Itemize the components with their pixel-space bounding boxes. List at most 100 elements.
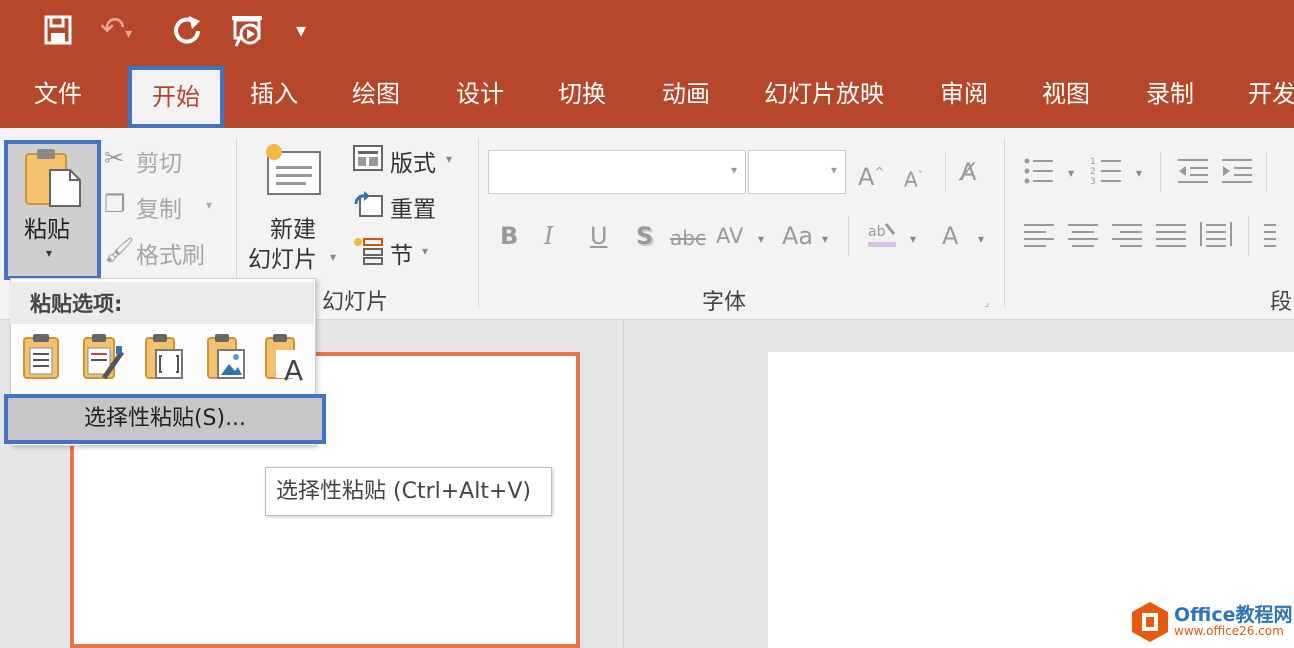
tab-insert[interactable]: 插入	[250, 76, 298, 112]
section-dropdown-icon[interactable]: ▾	[422, 244, 428, 258]
watermark-brand: Office教程网	[1174, 604, 1293, 626]
tab-file[interactable]: 文件	[34, 76, 82, 112]
numbering-dropdown-icon[interactable]: ▾	[1136, 166, 1142, 180]
undo-icon[interactable]: ↶▾	[100, 14, 132, 49]
chevron-down-icon: ▾	[730, 163, 737, 177]
slides-group-label: 幻灯片	[322, 290, 389, 315]
spacing-dropdown-icon[interactable]: ▾	[758, 232, 764, 246]
reset-icon	[352, 190, 384, 220]
paste-dropdown-icon[interactable]: ▾	[46, 246, 52, 260]
tooltip: 选择性粘贴 (Ctrl+Alt+V)	[265, 467, 552, 516]
watermark-logo: Office教程网 www.office26.com	[1126, 596, 1294, 648]
svg-text:3: 3	[1090, 177, 1096, 187]
columns-icon[interactable]	[1262, 220, 1294, 250]
shadow-button[interactable]: S	[636, 222, 653, 250]
picture-paste-icon[interactable]	[204, 332, 248, 382]
bold-button[interactable]: B	[500, 222, 518, 250]
paragraph-group-label: 段	[1270, 290, 1293, 315]
svg-text:A: A	[284, 354, 303, 382]
present-icon[interactable]	[228, 12, 268, 50]
align-right-icon[interactable]	[1110, 220, 1144, 250]
increase-indent-icon[interactable]	[1220, 154, 1254, 188]
tab-draw[interactable]: 绘图	[352, 76, 400, 112]
tab-developer[interactable]: 开发	[1248, 76, 1294, 112]
distribute-icon[interactable]	[1198, 218, 1234, 250]
font-color-button[interactable]: A	[942, 222, 958, 250]
align-center-icon[interactable]	[1066, 220, 1100, 250]
svg-text:ab: ab	[868, 224, 886, 240]
justify-icon[interactable]	[1154, 220, 1188, 250]
new-slide-icon	[262, 140, 324, 198]
font-name-combo[interactable]: ▾	[488, 150, 746, 194]
paste-options-title: 粘贴选项:	[30, 292, 123, 316]
watermark-url: www.office26.com	[1174, 624, 1284, 638]
numbering-icon[interactable]: 123	[1090, 154, 1124, 188]
copy-icon: ❐	[104, 190, 126, 218]
tab-transitions[interactable]: 切换	[558, 76, 606, 112]
divider	[1266, 152, 1267, 192]
font-dialog-launcher-icon[interactable]: ⌟	[984, 296, 989, 309]
customize-qat-icon[interactable]: ▾	[296, 18, 306, 42]
keep-source-paste-icon[interactable]	[20, 332, 64, 382]
underline-button[interactable]: U	[590, 222, 608, 250]
section-button[interactable]: 节	[390, 236, 413, 270]
reset-button[interactable]: 重置	[390, 190, 436, 224]
increase-font-icon[interactable]: A^	[858, 158, 884, 191]
change-case-button[interactable]: Aa	[782, 222, 813, 250]
tab-home-highlight[interactable]: 开始	[128, 66, 224, 128]
copy-button[interactable]: 复制	[136, 190, 182, 224]
tab-home[interactable]: 开始	[132, 70, 220, 124]
layout-button[interactable]: 版式	[390, 144, 436, 178]
new-slide-dropdown-icon[interactable]: ▾	[330, 250, 336, 264]
section-icon	[352, 236, 384, 266]
scissors-icon: ✂	[104, 144, 125, 172]
clear-formatting-icon[interactable]: A̸	[960, 158, 976, 186]
tab-animations[interactable]: 动画	[662, 76, 710, 112]
format-painter-button[interactable]: 格式刷	[136, 236, 205, 270]
divider	[848, 216, 849, 256]
repeat-icon[interactable]	[170, 12, 204, 48]
italic-button[interactable]: I	[544, 222, 553, 250]
layout-icon	[352, 144, 384, 172]
strikethrough-button[interactable]: abc	[670, 224, 706, 252]
decrease-indent-icon[interactable]	[1176, 154, 1210, 188]
save-icon[interactable]	[40, 12, 76, 48]
cut-button[interactable]: 剪切	[136, 144, 182, 178]
tab-record[interactable]: 录制	[1146, 76, 1194, 112]
highlight-dropdown-icon[interactable]: ▾	[910, 232, 916, 246]
bullets-icon[interactable]	[1022, 154, 1056, 188]
tab-slideshow[interactable]: 幻灯片放映	[764, 76, 884, 112]
chevron-down-icon: ▾	[830, 163, 837, 177]
format-painter-icon: 🖌	[104, 236, 135, 264]
new-slide-label-line1[interactable]: 新建	[270, 210, 316, 244]
case-dropdown-icon[interactable]: ▾	[822, 232, 828, 246]
destination-theme-paste-icon[interactable]	[80, 332, 125, 382]
svg-text:2: 2	[1090, 167, 1096, 177]
bullets-dropdown-icon[interactable]: ▾	[1068, 166, 1074, 180]
svg-text:1: 1	[1090, 157, 1096, 167]
font-group-label: 字体	[702, 290, 747, 315]
decrease-font-icon[interactable]: Aˇ	[904, 162, 923, 194]
tab-review[interactable]: 审阅	[940, 76, 988, 112]
divider	[1160, 152, 1161, 192]
highlight-icon[interactable]: ab	[866, 220, 900, 250]
font-color-dropdown-icon[interactable]: ▾	[978, 232, 984, 246]
tab-design[interactable]: 设计	[456, 76, 504, 112]
paste-special-item[interactable]: 选择性粘贴(S)...	[4, 394, 326, 444]
group-divider	[1004, 138, 1005, 308]
copy-dropdown-icon[interactable]: ▾	[206, 198, 212, 212]
font-size-combo[interactable]: ▾	[748, 150, 846, 194]
layout-dropdown-icon[interactable]: ▾	[446, 152, 452, 166]
char-spacing-button[interactable]: AV	[716, 222, 743, 250]
align-left-icon[interactable]	[1022, 220, 1056, 250]
paste-special-label: 选择性粘贴(S)...	[83, 406, 247, 431]
paste-label: 粘贴	[24, 217, 70, 243]
text-only-paste-icon[interactable]: A	[264, 332, 308, 387]
divider	[1248, 216, 1249, 256]
embed-paste-icon[interactable]	[142, 332, 186, 382]
new-slide-label-line2[interactable]: 幻灯片	[248, 240, 317, 274]
group-divider	[478, 138, 479, 308]
clipboard-icon	[24, 146, 84, 208]
tab-view[interactable]: 视图	[1042, 76, 1090, 112]
divider	[945, 152, 946, 192]
